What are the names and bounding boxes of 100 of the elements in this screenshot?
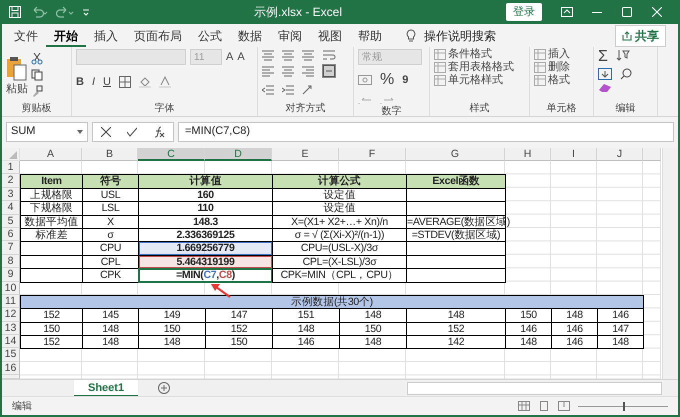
table-format-icon — [534, 75, 546, 86]
group-label: 编辑 — [614, 102, 636, 116]
scissors-icon[interactable] — [31, 53, 43, 65]
row-header[interactable]: 7 — [2, 241, 20, 255]
align-lines-icon[interactable] — [262, 65, 274, 77]
group-label: 字体 — [154, 102, 176, 116]
table-cell: 149 — [138, 308, 206, 323]
align-lines-icon[interactable] — [282, 49, 294, 61]
enter-icon[interactable] — [127, 126, 137, 136]
orientation-icon[interactable] — [302, 85, 314, 95]
tell-me-search[interactable]: 操作说明搜索 — [424, 26, 496, 44]
borders-icon[interactable] — [118, 76, 131, 88]
share-icon — [622, 30, 632, 40]
row-header[interactable]: 10 — [2, 282, 20, 295]
row-header[interactable]: 3 — [2, 188, 20, 202]
ribbon-tab[interactable]: 页面布局 — [126, 24, 190, 47]
row-header[interactable]: 8 — [2, 254, 20, 268]
column-header[interactable]: E — [272, 148, 339, 161]
ribbon-tab[interactable]: 插入 — [86, 24, 126, 47]
ribbon-tab[interactable]: 帮助 — [350, 24, 390, 47]
paste-button[interactable]: 粘贴 — [6, 49, 28, 102]
page-break-icon[interactable] — [558, 401, 570, 412]
table-cell — [20, 241, 83, 256]
normal-view-icon[interactable] — [518, 401, 530, 412]
row-header[interactable]: 13 — [2, 322, 20, 336]
align-lines-icon[interactable] — [262, 49, 274, 61]
row-header[interactable]: 1 — [2, 161, 20, 174]
page-layout-icon[interactable] — [538, 401, 550, 412]
align-lines-icon[interactable] — [302, 49, 314, 61]
table-cell: CPU — [82, 241, 139, 256]
ribbon-tab[interactable]: 开始 — [46, 24, 86, 47]
table-cell: 148.3 — [138, 214, 273, 229]
row-header[interactable]: 11 — [2, 294, 20, 308]
table-cell: 148 — [551, 308, 598, 323]
table-cell: 145 — [82, 308, 139, 323]
row-header[interactable]: 12 — [2, 308, 20, 322]
add-sheet-icon[interactable] — [158, 382, 170, 394]
login-button[interactable]: 登录 — [506, 2, 542, 22]
decrease-indent-icon[interactable] — [262, 85, 274, 95]
vertical-scrollbar[interactable] — [662, 148, 678, 380]
align-lines-icon[interactable] — [302, 65, 314, 77]
table-format-icon — [434, 75, 446, 86]
customize-icon[interactable] — [82, 7, 90, 17]
column-header[interactable]: H — [505, 148, 551, 161]
table-cell: LSL — [82, 201, 139, 216]
group-label: 对齐方式 — [284, 102, 326, 116]
ribbon-tab[interactable]: 审阅 — [270, 24, 310, 47]
row-header[interactable]: 2 — [2, 174, 20, 188]
close-icon[interactable] — [652, 7, 662, 17]
name-box[interactable]: SUM — [6, 122, 88, 142]
table-cell: 计算公式 — [272, 174, 407, 189]
search-icon[interactable] — [620, 68, 632, 80]
formula-field[interactable]: =MIN(C7,C8) — [178, 122, 674, 142]
column-header[interactable]: F — [339, 148, 406, 161]
column-header[interactable]: I — [551, 148, 597, 161]
share-button[interactable]: 共享 — [615, 24, 666, 46]
align-lines-icon[interactable] — [282, 65, 294, 77]
lightbulb-icon[interactable] — [406, 28, 416, 42]
sheet-tab[interactable]: Sheet1 — [74, 380, 138, 397]
table-format-icon — [534, 62, 546, 73]
fill-color-icon[interactable] — [138, 76, 151, 88]
maximize-icon[interactable] — [622, 7, 632, 17]
cancel-icon[interactable] — [101, 126, 111, 136]
ribbon-tab[interactable]: 视图 — [310, 24, 350, 47]
column-header[interactable]: A — [20, 148, 82, 161]
wrap-text-icon[interactable] — [322, 49, 336, 61]
brush-icon[interactable] — [31, 85, 43, 97]
table-cell: 148 — [505, 335, 552, 350]
column-header[interactable]: G — [406, 148, 505, 161]
copy-icon[interactable] — [31, 69, 43, 81]
merge-button[interactable] — [322, 64, 336, 78]
redo-icon[interactable] — [56, 5, 74, 19]
column-header[interactable]: C — [138, 148, 205, 161]
horizontal-scrollbar[interactable] — [407, 382, 662, 395]
font-color-icon[interactable] — [158, 76, 171, 88]
row-header[interactable]: 6 — [2, 228, 20, 242]
table-cell: Excel函数 — [406, 174, 506, 189]
fill-down-icon[interactable] — [598, 68, 612, 80]
column-header[interactable]: D — [205, 148, 272, 161]
row-header[interactable]: 5 — [2, 214, 20, 228]
row-header[interactable]: 4 — [2, 201, 20, 215]
row-header[interactable]: 16 — [2, 362, 20, 376]
autosum-button[interactable]: Σ — [598, 49, 608, 65]
increase-indent-icon[interactable] — [282, 85, 294, 95]
group-label: 剪贴板 — [20, 102, 52, 116]
ribbon-tab[interactable]: 文件 — [6, 24, 46, 47]
row-header[interactable]: 14 — [2, 335, 20, 348]
table-cell: 符号 — [82, 174, 139, 189]
save-icon[interactable] — [8, 5, 22, 19]
column-header[interactable]: J — [597, 148, 643, 161]
currency-icon[interactable] — [358, 75, 372, 85]
sort-filter-icon[interactable] — [616, 49, 630, 61]
ribbon-tab[interactable]: 公式 — [190, 24, 230, 47]
ribbon-tab[interactable]: 数据 — [230, 24, 270, 47]
row-header[interactable]: 15 — [2, 348, 20, 362]
column-header[interactable]: B — [82, 148, 138, 161]
ribbon-display-icon[interactable] — [561, 7, 573, 17]
row-header[interactable]: 9 — [2, 268, 20, 282]
eraser-icon[interactable] — [598, 83, 612, 93]
insert-function-icon[interactable] — [153, 126, 165, 138]
